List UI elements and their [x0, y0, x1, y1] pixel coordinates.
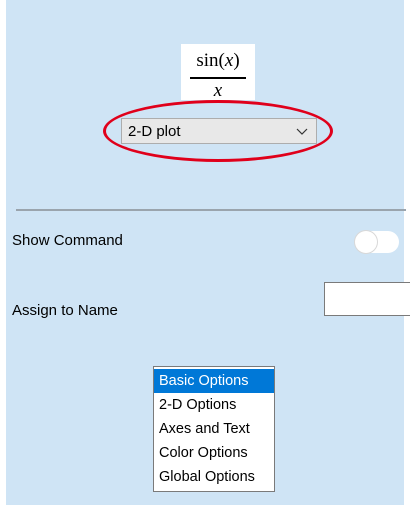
- show-command-toggle[interactable]: [355, 231, 399, 253]
- list-item-axes-and-text[interactable]: Axes and Text: [154, 417, 274, 441]
- formula-preview: sin(x) x: [181, 44, 255, 101]
- list-item-basic-options[interactable]: Basic Options: [154, 369, 274, 393]
- list-item-global-options[interactable]: Global Options: [154, 465, 274, 489]
- assign-to-name-input[interactable]: [324, 282, 410, 316]
- fraction-bar: [190, 77, 246, 79]
- context-panel: sin(x) x 2-D plot Show Command Assign to…: [6, 0, 410, 505]
- assign-to-name-label: Assign to Name: [12, 302, 118, 319]
- section-divider: [16, 209, 406, 211]
- list-item-2d-options[interactable]: 2-D Options: [154, 393, 274, 417]
- plot-type-dropdown[interactable]: 2-D plot: [121, 118, 317, 144]
- formula-denominator: x: [213, 80, 223, 101]
- formula-numerator: sin(x): [181, 50, 255, 72]
- chevron-down-icon: [296, 128, 308, 135]
- show-command-label: Show Command: [12, 232, 123, 249]
- plot-type-value: 2-D plot: [128, 123, 181, 140]
- numerator-func: sin: [196, 50, 219, 71]
- list-item-color-options[interactable]: Color Options: [154, 441, 274, 465]
- numerator-close-paren: ): [233, 50, 240, 71]
- options-listbox[interactable]: Basic Options 2-D Options Axes and Text …: [153, 366, 275, 492]
- toggle-knob: [355, 231, 377, 253]
